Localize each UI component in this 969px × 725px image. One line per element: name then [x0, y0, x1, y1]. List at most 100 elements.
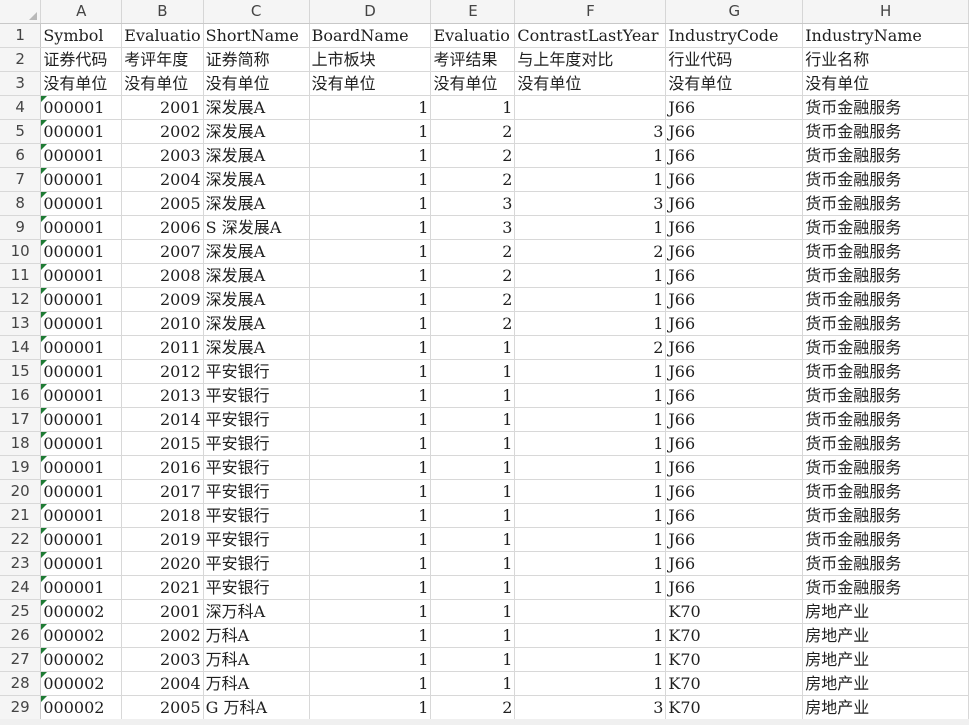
cell-C[interactable]: 平安银行 — [203, 359, 310, 384]
cell-E[interactable]: 1 — [430, 479, 516, 504]
cell-E[interactable]: 2 — [430, 143, 516, 168]
cell-G[interactable]: J66 — [665, 167, 804, 192]
cell-A[interactable]: Symbol — [40, 23, 123, 48]
cell-G[interactable]: J66 — [665, 431, 804, 456]
row-number[interactable]: 29 — [0, 695, 42, 720]
row-number[interactable]: 13 — [0, 311, 42, 336]
cell-D[interactable]: 1 — [309, 455, 432, 480]
cell-F[interactable]: 2 — [514, 335, 667, 360]
cell-E[interactable]: 2 — [430, 263, 516, 288]
cell-F[interactable]: 1 — [514, 671, 667, 696]
cell-B[interactable]: 没有单位 — [121, 71, 204, 96]
cell-C[interactable]: 没有单位 — [203, 71, 310, 96]
cell-F[interactable]: 1 — [514, 311, 667, 336]
cell-E[interactable]: 1 — [430, 599, 516, 624]
cell-B[interactable]: 2001 — [121, 599, 204, 624]
cell-C[interactable]: G 万科A — [203, 695, 310, 720]
cell-B[interactable]: 2012 — [121, 359, 204, 384]
cell-E[interactable]: 1 — [430, 95, 516, 120]
cell-A[interactable]: 000001 — [40, 551, 123, 576]
cell-H[interactable]: 货币金融服务 — [802, 215, 969, 240]
cell-E[interactable]: 没有单位 — [430, 71, 516, 96]
cell-D[interactable]: 1 — [309, 575, 432, 600]
cell-D[interactable]: 1 — [309, 479, 432, 504]
cell-F[interactable]: 1 — [514, 167, 667, 192]
cell-H[interactable]: 货币金融服务 — [802, 431, 969, 456]
row-number[interactable]: 10 — [0, 239, 42, 264]
cell-B[interactable]: 2020 — [121, 551, 204, 576]
row-number[interactable]: 1 — [0, 23, 42, 48]
cell-C[interactable]: 证券简称 — [203, 47, 310, 72]
cell-B[interactable]: 2009 — [121, 287, 204, 312]
cell-G[interactable]: J66 — [665, 575, 804, 600]
cell-D[interactable]: 1 — [309, 383, 432, 408]
cell-H[interactable]: 房地产业 — [802, 623, 969, 648]
cell-F[interactable]: 1 — [514, 575, 667, 600]
cell-B[interactable]: 2011 — [121, 335, 204, 360]
cell-E[interactable]: 2 — [430, 287, 516, 312]
cell-H[interactable]: IndustryName — [802, 23, 969, 48]
cell-D[interactable]: 1 — [309, 119, 432, 144]
cell-H[interactable]: 货币金融服务 — [802, 191, 969, 216]
cell-F[interactable]: 2 — [514, 239, 667, 264]
cell-B[interactable]: 2003 — [121, 143, 204, 168]
row-number[interactable]: 16 — [0, 383, 42, 408]
cell-C[interactable]: 平安银行 — [203, 431, 310, 456]
cell-G[interactable]: J66 — [665, 551, 804, 576]
cell-A[interactable]: 000002 — [40, 599, 123, 624]
cell-A[interactable]: 000001 — [40, 359, 123, 384]
cell-E[interactable]: 2 — [430, 167, 516, 192]
cell-H[interactable]: 行业名称 — [802, 47, 969, 72]
cell-E[interactable]: 1 — [430, 575, 516, 600]
cell-G[interactable]: K70 — [665, 695, 804, 720]
cell-F[interactable]: 1 — [514, 215, 667, 240]
cell-E[interactable]: 1 — [430, 431, 516, 456]
row-number[interactable]: 20 — [0, 479, 42, 504]
cell-C[interactable]: 平安银行 — [203, 503, 310, 528]
cell-C[interactable]: 深发展A — [203, 239, 310, 264]
cell-G[interactable]: J66 — [665, 119, 804, 144]
cell-H[interactable]: 货币金融服务 — [802, 407, 969, 432]
cell-A[interactable]: 000001 — [40, 287, 123, 312]
cell-G[interactable]: J66 — [665, 359, 804, 384]
cell-H[interactable]: 没有单位 — [802, 71, 969, 96]
cell-G[interactable]: J66 — [665, 503, 804, 528]
cell-D[interactable]: 1 — [309, 359, 432, 384]
cell-F[interactable]: 1 — [514, 383, 667, 408]
cell-A[interactable]: 000001 — [40, 527, 123, 552]
cell-D[interactable]: 1 — [309, 167, 432, 192]
cell-G[interactable]: J66 — [665, 383, 804, 408]
cell-D[interactable]: 1 — [309, 239, 432, 264]
cell-C[interactable]: 平安银行 — [203, 575, 310, 600]
row-number[interactable]: 7 — [0, 167, 42, 192]
cell-G[interactable]: 没有单位 — [665, 71, 804, 96]
cell-C[interactable]: 万科A — [203, 647, 310, 672]
cell-H[interactable]: 货币金融服务 — [802, 239, 969, 264]
cell-E[interactable]: 1 — [430, 383, 516, 408]
cell-H[interactable]: 货币金融服务 — [802, 503, 969, 528]
cell-H[interactable]: 货币金融服务 — [802, 143, 969, 168]
cell-A[interactable]: 没有单位 — [40, 71, 123, 96]
column-header-D[interactable]: D — [309, 0, 432, 24]
row-number[interactable]: 27 — [0, 647, 42, 672]
cell-G[interactable]: J66 — [665, 263, 804, 288]
cell-D[interactable]: 1 — [309, 287, 432, 312]
cell-H[interactable]: 货币金融服务 — [802, 455, 969, 480]
cell-B[interactable]: 2018 — [121, 503, 204, 528]
cell-G[interactable]: IndustryCode — [665, 23, 804, 48]
cell-B[interactable]: 2002 — [121, 119, 204, 144]
cell-B[interactable]: 2015 — [121, 431, 204, 456]
row-number[interactable]: 23 — [0, 551, 42, 576]
row-number[interactable]: 26 — [0, 623, 42, 648]
cell-H[interactable]: 货币金融服务 — [802, 95, 969, 120]
cell-F[interactable]: 1 — [514, 479, 667, 504]
cell-F[interactable]: 3 — [514, 119, 667, 144]
cell-B[interactable]: Evaluatio — [121, 23, 204, 48]
cell-G[interactable]: J66 — [665, 239, 804, 264]
cell-H[interactable]: 货币金融服务 — [802, 287, 969, 312]
cell-D[interactable]: 1 — [309, 647, 432, 672]
cell-G[interactable]: J66 — [665, 191, 804, 216]
cell-E[interactable]: 1 — [430, 407, 516, 432]
column-header-H[interactable]: H — [802, 0, 969, 24]
cell-C[interactable]: 深发展A — [203, 167, 310, 192]
